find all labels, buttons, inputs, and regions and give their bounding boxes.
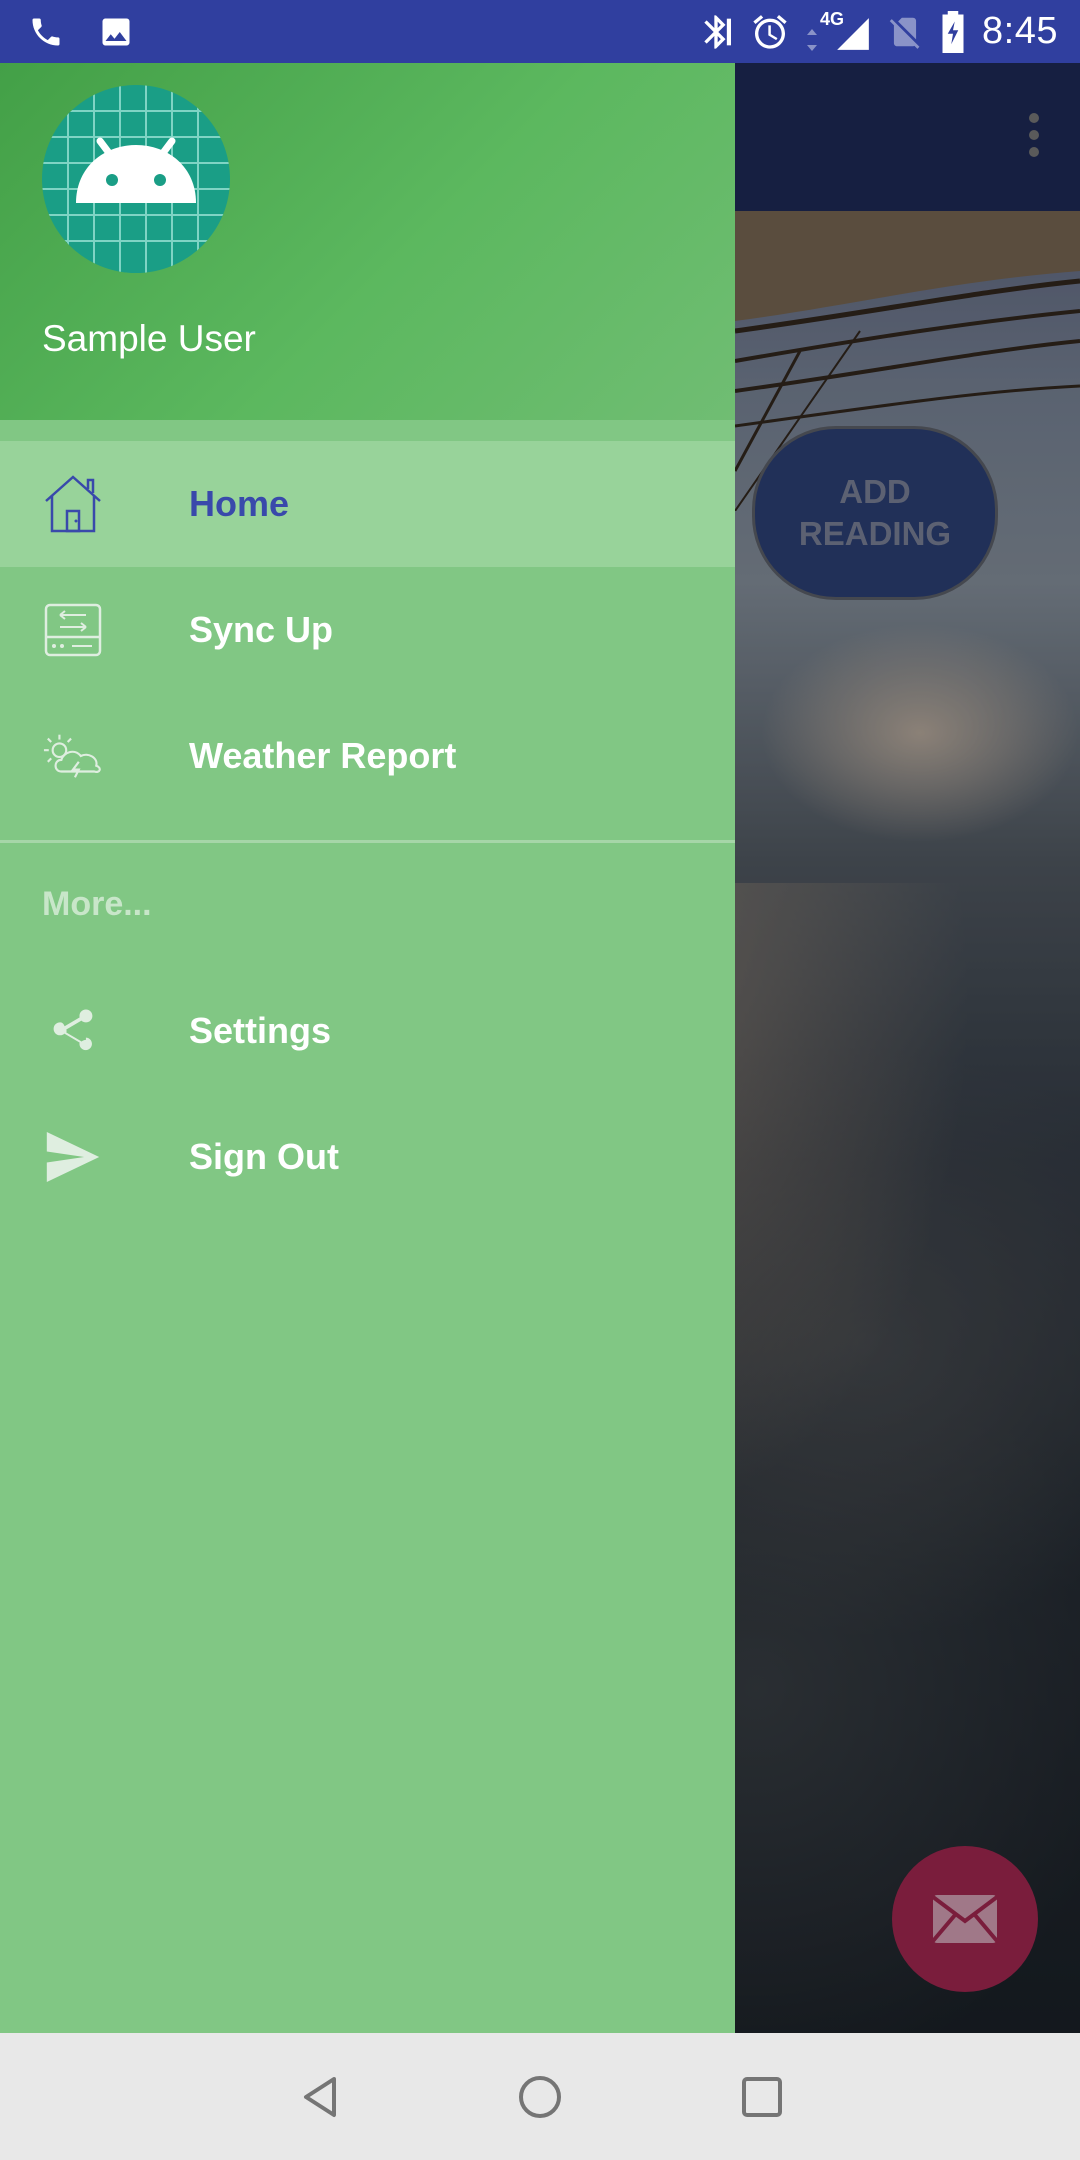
status-time: 8:45 xyxy=(982,10,1058,52)
mail-icon xyxy=(931,1895,999,1943)
drawer-item-home[interactable]: Home xyxy=(0,441,735,567)
avatar[interactable] xyxy=(42,85,230,273)
android-icon xyxy=(42,85,230,273)
signal-group: 4G xyxy=(804,9,872,53)
weather-icon xyxy=(42,725,104,787)
data-arrows-icon xyxy=(807,28,818,51)
system-navigation-bar xyxy=(0,2033,1080,2160)
drawer-item-settings[interactable]: Settings xyxy=(0,968,735,1094)
drawer-item-label: Settings xyxy=(189,1010,332,1051)
share-icon xyxy=(42,1000,104,1062)
drawer-item-label: Sign Out xyxy=(189,1136,339,1177)
phone-icon xyxy=(32,18,60,45)
sync-icon xyxy=(42,599,104,661)
drawer-item-label: Weather Report xyxy=(189,735,457,776)
bluetooth-icon xyxy=(704,14,732,49)
drawer-header: Sample User xyxy=(0,63,735,420)
battery-icon xyxy=(942,10,964,53)
no-sim-icon xyxy=(889,17,920,49)
signal-icon xyxy=(837,17,869,50)
mail-fab-button[interactable] xyxy=(892,1846,1038,1992)
drawer-item-sign-out[interactable]: Sign Out xyxy=(0,1094,735,1220)
send-icon xyxy=(42,1126,104,1188)
drawer-divider xyxy=(0,840,735,843)
alarm-icon xyxy=(753,14,787,49)
navigation-drawer: Sample User Home Sync Up Weather Report … xyxy=(0,63,735,2033)
home-circle-icon[interactable] xyxy=(516,2073,564,2121)
back-icon[interactable] xyxy=(296,2073,344,2121)
drawer-section-header: More... xyxy=(42,885,152,923)
user-name: Sample User xyxy=(42,318,256,359)
drawer-item-label: Home xyxy=(189,483,290,524)
image-icon xyxy=(102,18,130,45)
status-bar: 4G 8:45 xyxy=(0,0,1080,63)
recents-icon[interactable] xyxy=(738,2073,786,2121)
home-icon xyxy=(42,473,104,535)
drawer-item-label: Sync Up xyxy=(189,609,334,650)
drawer-item-sync-up[interactable]: Sync Up xyxy=(0,567,735,693)
drawer-item-weather-report[interactable]: Weather Report xyxy=(0,693,735,819)
